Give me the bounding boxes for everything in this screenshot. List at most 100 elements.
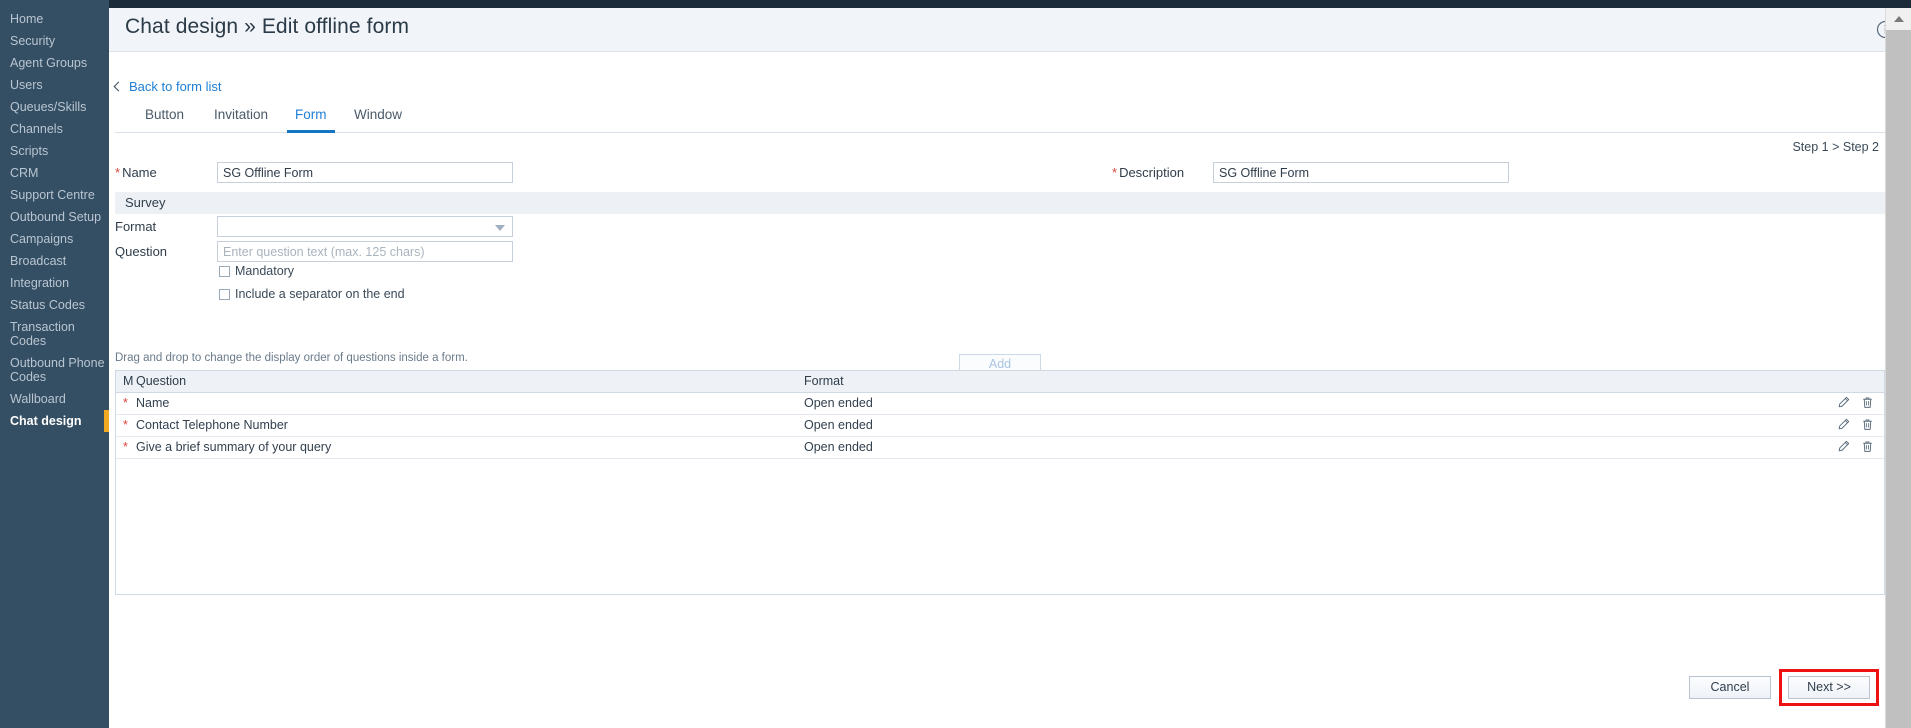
name-input[interactable] bbox=[217, 162, 513, 183]
required-marker: * bbox=[115, 165, 121, 180]
top-strip bbox=[0, 0, 1911, 8]
sidebar-item-outbound-setup[interactable]: Outbound Setup bbox=[0, 206, 109, 228]
tab-bar: Button Invitation Form Window bbox=[115, 107, 1885, 133]
row-question-text: Name bbox=[136, 396, 170, 410]
row-mandatory-marker: * bbox=[123, 418, 128, 432]
name-label: * Name bbox=[115, 165, 157, 180]
chevron-down-icon bbox=[495, 225, 505, 231]
chevron-left-icon bbox=[113, 81, 124, 92]
sidebar-item-label: Queues/Skills bbox=[10, 100, 87, 114]
sidebar-item-campaigns[interactable]: Campaigns bbox=[0, 228, 109, 250]
question-input[interactable] bbox=[217, 241, 513, 262]
pencil-icon[interactable] bbox=[1837, 440, 1850, 458]
mandatory-checkbox-row[interactable]: Mandatory bbox=[219, 264, 294, 278]
sidebar-item-agent-groups[interactable]: Agent Groups bbox=[0, 52, 109, 74]
sidebar-item-label: Outbound Setup bbox=[10, 210, 102, 224]
sidebar-item-home[interactable]: Home bbox=[0, 8, 109, 30]
row-mandatory-marker: * bbox=[123, 396, 128, 410]
trash-icon[interactable] bbox=[1861, 396, 1874, 414]
survey-section-header: Survey bbox=[115, 192, 1885, 214]
sidebar-item-channels[interactable]: Channels bbox=[0, 118, 109, 140]
vertical-scrollbar[interactable] bbox=[1885, 8, 1911, 728]
row-format-text: Open ended bbox=[804, 396, 873, 410]
tab-window[interactable]: Window bbox=[354, 107, 402, 133]
sidebar-item-label: Outbound Phone Codes bbox=[10, 356, 105, 384]
tab-button[interactable]: Button bbox=[145, 107, 184, 133]
scrollbar-up-button[interactable] bbox=[1886, 8, 1911, 30]
sidebar-item-scripts[interactable]: Scripts bbox=[0, 140, 109, 162]
sidebar-item-users[interactable]: Users bbox=[0, 74, 109, 96]
content-pane: Back to form list Button Invitation Form Wi… bbox=[109, 52, 1885, 728]
description-label-text: Description bbox=[1119, 165, 1185, 180]
sidebar-item-support-centre[interactable]: Support Centre bbox=[0, 184, 109, 206]
format-label: Format bbox=[115, 219, 157, 234]
tab-invitation[interactable]: Invitation bbox=[214, 107, 268, 133]
sidebar-item-outbound-phone-codes[interactable]: Outbound Phone Codes bbox=[0, 352, 109, 388]
table-row[interactable]: * Name Open ended bbox=[116, 393, 1884, 415]
sidebar-item-label: Broadcast bbox=[10, 254, 67, 268]
sidebar-item-transaction-codes[interactable]: Transaction Codes bbox=[0, 316, 109, 352]
mandatory-checkbox[interactable] bbox=[219, 265, 230, 277]
table-body: * Name Open ended * Contact Telephone Number… bbox=[116, 393, 1884, 459]
description-input[interactable] bbox=[1213, 162, 1509, 183]
step-indicator: Step 1 > Step 2 bbox=[1792, 140, 1879, 154]
required-marker: * bbox=[1112, 165, 1118, 180]
questions-table: M Question Format * Name Open ended * Contac… bbox=[115, 370, 1885, 595]
description-label: * Description bbox=[1112, 165, 1184, 180]
sidebar-item-label: Agent Groups bbox=[10, 56, 88, 70]
row-actions bbox=[1837, 418, 1874, 436]
mandatory-checkbox-label: Mandatory bbox=[235, 264, 295, 278]
next-button-highlight: Next >> bbox=[1779, 669, 1879, 706]
drag-drop-hint: Drag and drop to change the display orde… bbox=[115, 352, 468, 364]
sidebar-item-label: Support Centre bbox=[10, 188, 95, 202]
triangle-up-icon bbox=[1894, 16, 1904, 22]
separator-checkbox[interactable] bbox=[219, 288, 230, 300]
sidebar-item-label: Transaction Codes bbox=[10, 320, 75, 348]
name-label-text: Name bbox=[122, 165, 157, 180]
sidebar-item-label: Users bbox=[10, 78, 43, 92]
row-actions bbox=[1837, 440, 1874, 458]
sidebar-item-status-codes[interactable]: Status Codes bbox=[0, 294, 109, 316]
separator-checkbox-row[interactable]: Include a separator on the end bbox=[219, 287, 405, 301]
sidebar-item-label: Channels bbox=[10, 122, 63, 136]
sidebar-item-wallboard[interactable]: Wallboard bbox=[0, 388, 109, 410]
sidebar-item-label: Security bbox=[10, 34, 56, 48]
sidebar-item-integration[interactable]: Integration bbox=[0, 272, 109, 294]
sidebar: Home Security Agent Groups Users Queues/Skil… bbox=[0, 0, 109, 728]
sidebar-item-broadcast[interactable]: Broadcast bbox=[0, 250, 109, 272]
cancel-button[interactable]: Cancel bbox=[1689, 676, 1771, 699]
sidebar-item-security[interactable]: Security bbox=[0, 30, 109, 52]
row-question-text: Contact Telephone Number bbox=[136, 418, 288, 432]
page-header: Chat design » Edit offline form bbox=[109, 8, 1911, 52]
next-button[interactable]: Next >> bbox=[1788, 676, 1870, 699]
footer-actions: Cancel Next >> bbox=[1689, 669, 1879, 706]
sidebar-item-label: Chat design bbox=[10, 414, 82, 428]
row-mandatory-marker: * bbox=[123, 440, 128, 454]
sidebar-item-label: CRM bbox=[10, 166, 39, 180]
sidebar-item-label: Campaigns bbox=[10, 232, 74, 246]
table-row[interactable]: * Contact Telephone Number Open ended bbox=[116, 415, 1884, 437]
row-format-text: Open ended bbox=[804, 418, 873, 432]
tab-form[interactable]: Form bbox=[287, 107, 334, 133]
format-select[interactable] bbox=[217, 216, 513, 237]
row-format-text: Open ended bbox=[804, 440, 873, 454]
sidebar-item-crm[interactable]: CRM bbox=[0, 162, 109, 184]
column-header-question: Question bbox=[136, 374, 187, 388]
trash-icon[interactable] bbox=[1861, 440, 1874, 458]
column-header-mandatory: M bbox=[123, 374, 134, 388]
app-window: Home Security Agent Groups Users Queues/Skil… bbox=[0, 0, 1911, 728]
question-label: Question bbox=[115, 244, 168, 259]
table-row[interactable]: * Give a brief summary of your query Open … bbox=[116, 437, 1884, 459]
row-actions bbox=[1837, 396, 1874, 414]
back-to-form-list-link[interactable]: Back to form list bbox=[113, 79, 221, 94]
sidebar-item-queues-skills[interactable]: Queues/Skills bbox=[0, 96, 109, 118]
sidebar-item-label: Status Codes bbox=[10, 298, 86, 312]
separator-checkbox-label: Include a separator on the end bbox=[235, 287, 405, 301]
sidebar-item-label: Home bbox=[10, 12, 44, 26]
page-title: Chat design » Edit offline form bbox=[125, 15, 410, 38]
sidebar-item-chat-design[interactable]: Chat design bbox=[0, 410, 109, 432]
pencil-icon[interactable] bbox=[1837, 418, 1850, 436]
column-header-format: Format bbox=[804, 374, 844, 388]
trash-icon[interactable] bbox=[1861, 418, 1874, 436]
pencil-icon[interactable] bbox=[1837, 396, 1850, 414]
